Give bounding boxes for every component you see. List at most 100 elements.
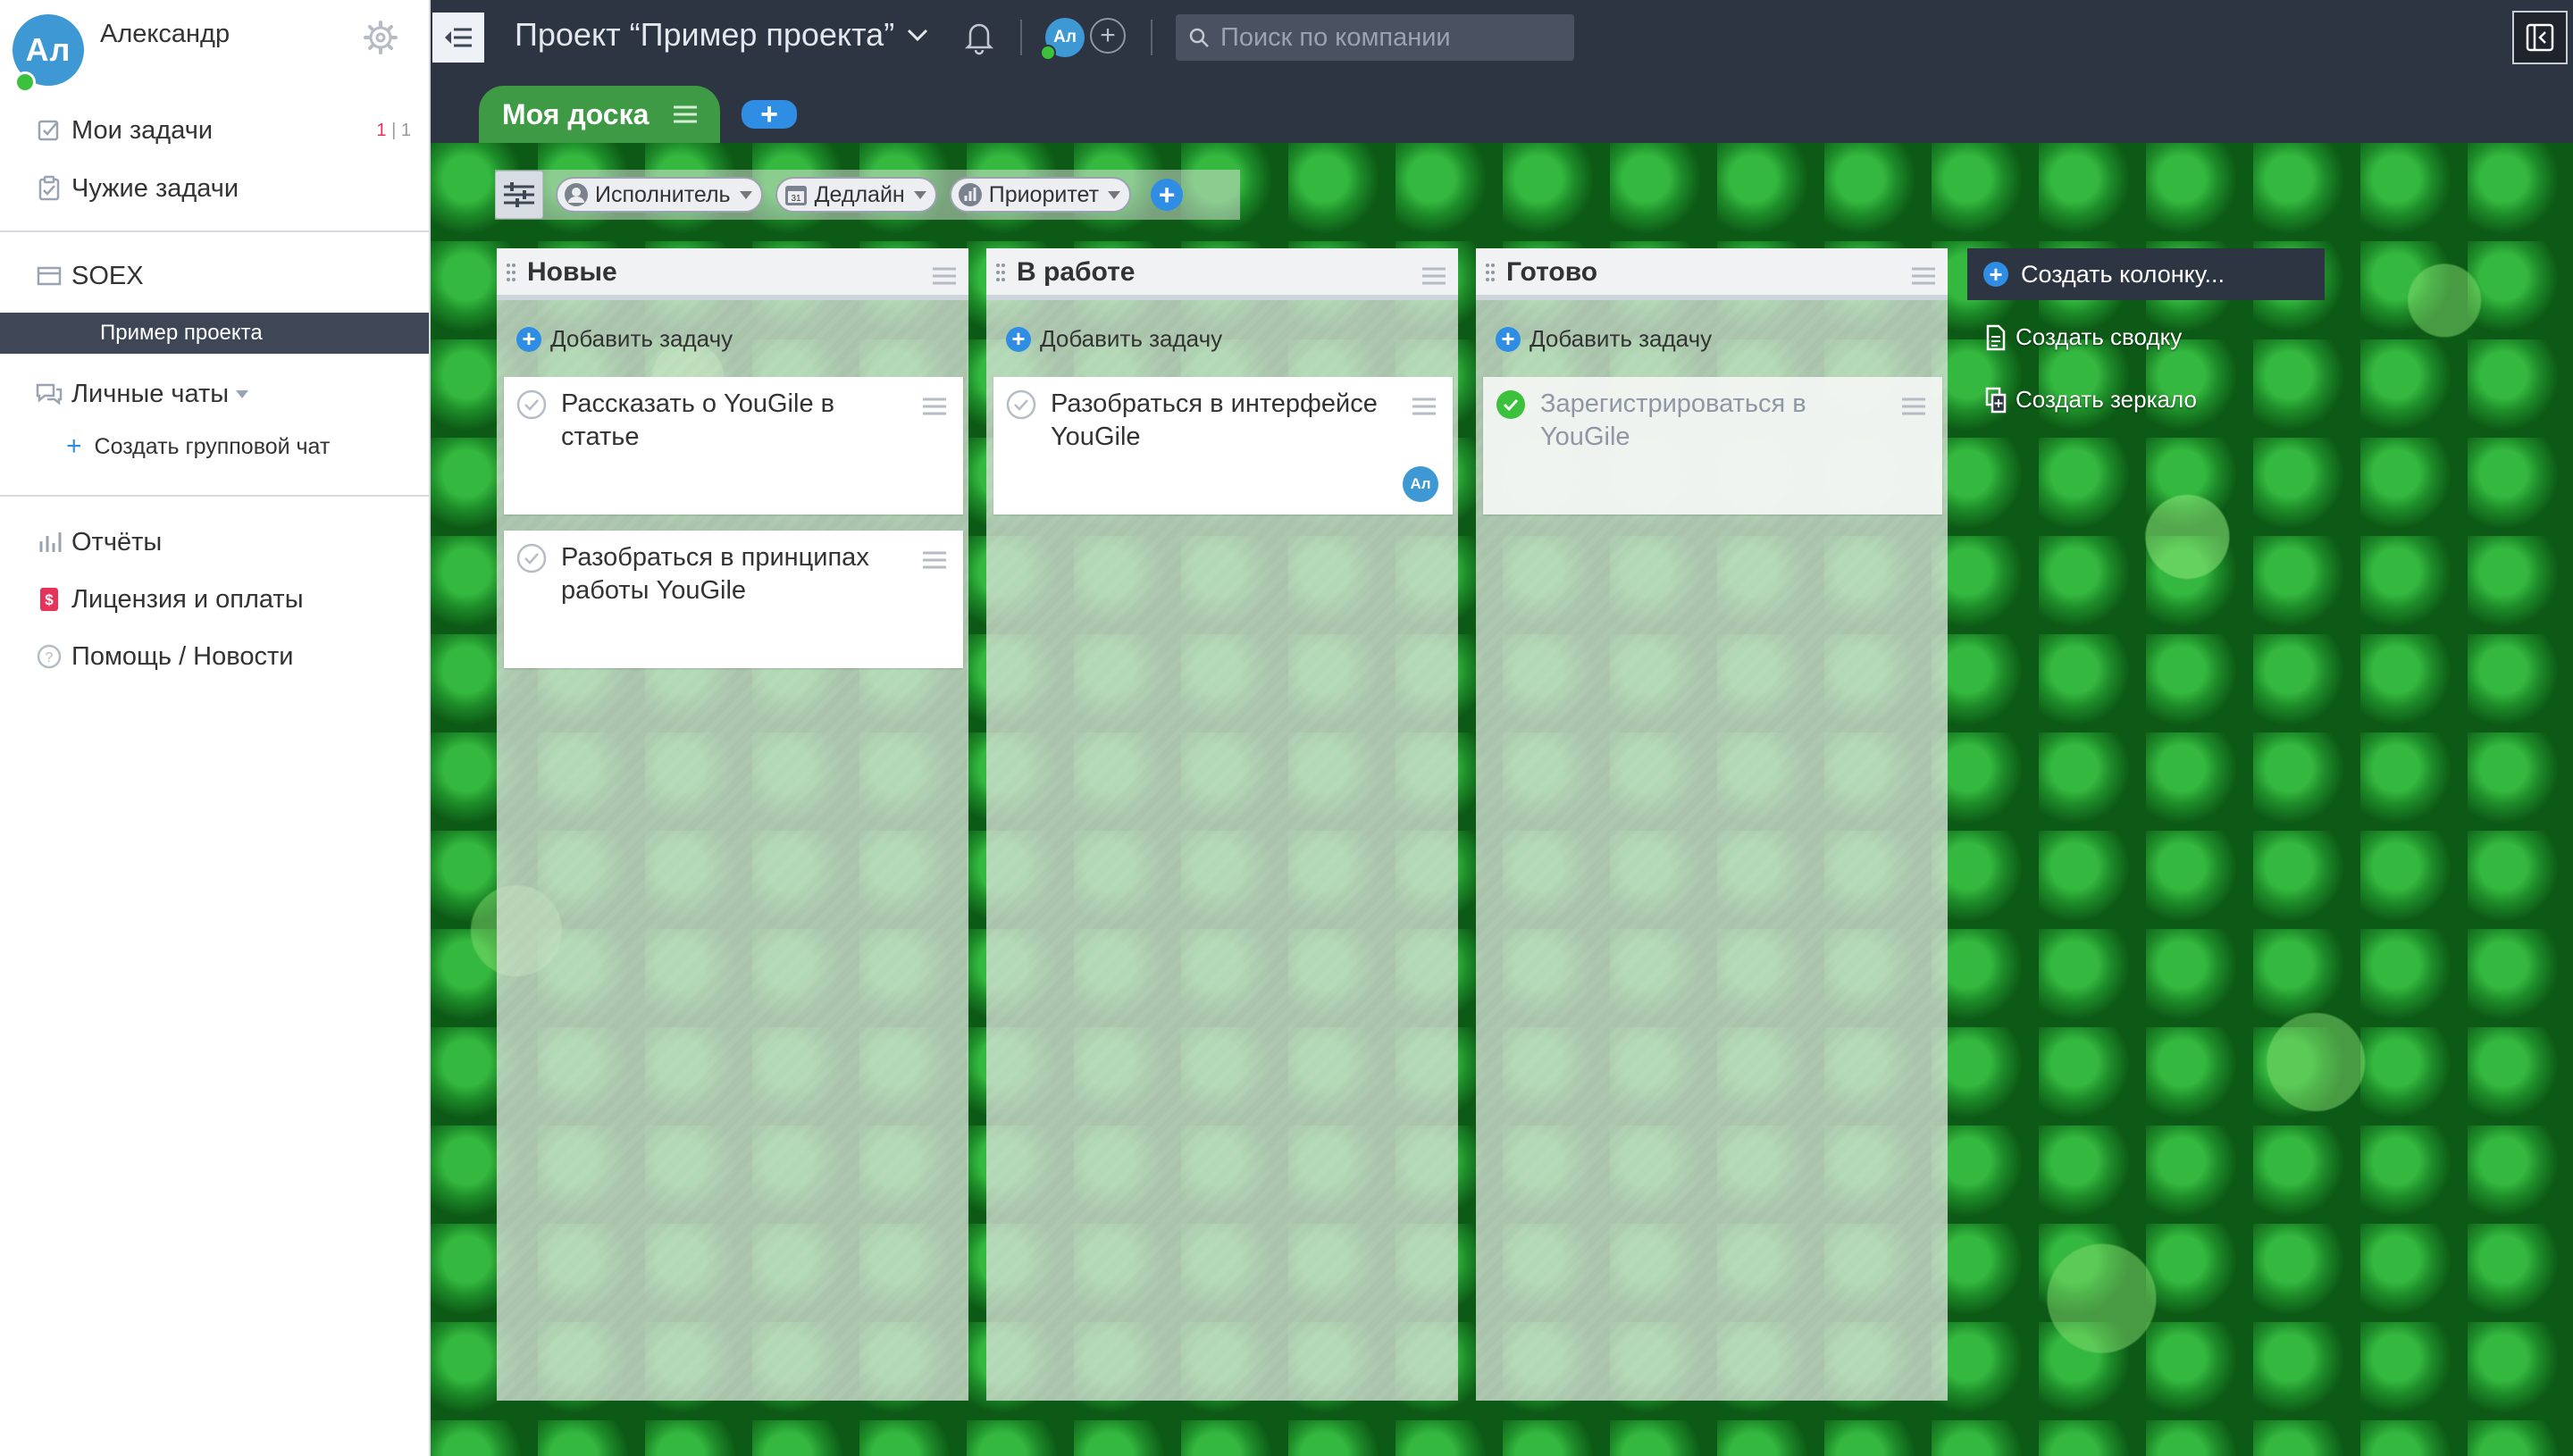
tasks-icon [34, 115, 64, 146]
task-title: Разобраться в интерфейсе YouGile [1051, 389, 1378, 451]
column-header[interactable]: Новые [497, 248, 968, 300]
column-header[interactable]: Готово [1476, 248, 1948, 300]
dollar-icon: $ [34, 584, 64, 615]
company-icon [34, 261, 64, 291]
filter-priority[interactable]: Приоритет [949, 177, 1132, 213]
hamburger-icon[interactable] [922, 397, 947, 416]
gear-icon[interactable] [363, 20, 398, 55]
column-title: Новые [527, 257, 617, 287]
nav-reports[interactable]: Отчёты [0, 518, 429, 566]
nav-reports-label: Отчёты [71, 527, 163, 556]
panel-collapse-icon [2526, 23, 2554, 52]
create-group-chat-button[interactable]: + Создать групповой чат [66, 431, 330, 462]
task-card[interactable]: Рассказать о YouGile в статье [504, 377, 963, 515]
hamburger-icon[interactable] [1910, 266, 1937, 286]
add-task-button[interactable]: + Добавить задачу [1006, 325, 1222, 353]
task-title: Разобраться в принципах работы YouGile [561, 543, 869, 605]
plus-icon: + [66, 431, 82, 461]
nav-my-tasks[interactable]: Мои задачи 1 | 1 [0, 106, 429, 155]
mirror-icon [1985, 387, 2007, 413]
task-card[interactable]: Разобраться в принципах работы YouGile [504, 531, 963, 668]
search-box[interactable] [1176, 14, 1574, 61]
column-title: Готово [1506, 257, 1598, 287]
add-board-button[interactable]: + [742, 97, 797, 131]
user-icon [563, 181, 590, 208]
chevron-down-icon [908, 29, 928, 42]
board-settings-button[interactable] [495, 171, 543, 219]
drag-handle-icon[interactable] [1485, 263, 1496, 282]
nav-license[interactable]: $ Лицензия и оплаты [0, 575, 429, 623]
plus-icon: + [516, 325, 541, 352]
top-bar: Проект “Пример проекта” Ал + [431, 0, 2573, 79]
my-tasks-counter: 1 | 1 [376, 120, 411, 140]
task-card-done[interactable]: Зарегистрироваться в YouGile [1483, 377, 1942, 515]
nav-personal-chats-label: Личные чаты [71, 379, 230, 408]
filter-assignee[interactable]: Исполнитель [556, 177, 763, 213]
create-column-button[interactable]: + Создать колонку... [1967, 248, 2325, 300]
task-title: Рассказать о YouGile в статье [561, 389, 835, 451]
board-tabs-bar: Моя доска + [431, 79, 2573, 143]
clipboard-icon [34, 173, 64, 204]
online-status-dot [1040, 45, 1056, 61]
task-card[interactable]: Разобраться в интерфейсе YouGile Ал [993, 377, 1453, 515]
column-title: В работе [1017, 257, 1136, 287]
user-block[interactable]: Ал Александр [13, 14, 423, 95]
toggle-right-panel-button[interactable] [2512, 11, 2568, 64]
column-header[interactable]: В работе [986, 248, 1458, 300]
calendar-icon: 31 [783, 181, 809, 208]
svg-text:?: ? [46, 650, 54, 665]
filter-deadline[interactable]: 31 Дедлайн [775, 177, 937, 213]
add-filter-button[interactable]: + [1151, 179, 1184, 211]
plus-icon: + [1006, 325, 1031, 352]
nav-company[interactable]: SOEX [0, 252, 429, 300]
company-name: SOEX [71, 261, 144, 290]
chat-icon [34, 379, 64, 409]
create-mirror-button[interactable]: Создать зеркало [1985, 386, 2197, 414]
divider [1020, 20, 1022, 55]
chevron-down-icon [913, 190, 926, 199]
bell-icon[interactable] [963, 20, 995, 60]
nav-others-tasks[interactable]: Чужие задачи [0, 164, 429, 213]
drag-handle-icon[interactable] [506, 263, 516, 282]
hamburger-icon[interactable] [922, 550, 947, 570]
hamburger-icon[interactable] [672, 104, 699, 125]
task-title: Зарегистрироваться в YouGile [1540, 389, 1806, 451]
create-summary-button[interactable]: Создать сводку [1985, 323, 2182, 351]
board-area: Исполнитель 31 Дедлайн Приоритет + Новые… [431, 143, 2573, 1456]
add-member-button[interactable]: + [1090, 18, 1126, 54]
add-task-button[interactable]: + Добавить задачу [1496, 325, 1712, 353]
hamburger-icon[interactable] [931, 266, 958, 286]
search-input[interactable] [1219, 21, 1562, 54]
summary-icon [1986, 324, 2006, 350]
tab-my-board[interactable]: Моя доска [479, 86, 720, 143]
hamburger-icon[interactable] [1412, 397, 1437, 416]
checkbox-icon[interactable] [516, 389, 547, 420]
checkbox-icon[interactable] [1006, 389, 1036, 420]
chevron-down-icon[interactable] [236, 389, 249, 398]
nav-personal-chats[interactable]: Личные чаты [0, 370, 429, 418]
drag-handle-icon[interactable] [995, 263, 1006, 282]
help-icon: ? [34, 641, 64, 672]
user-name[interactable]: Александр [100, 20, 230, 49]
online-status-dot [14, 71, 36, 93]
divider [1151, 20, 1152, 55]
collapse-sidebar-button[interactable] [432, 13, 484, 63]
check-done-icon[interactable] [1496, 389, 1526, 420]
add-task-button[interactable]: + Добавить задачу [516, 325, 733, 353]
column-in-progress: В работе + Добавить задачу Разобраться в … [986, 248, 1458, 1401]
hamburger-icon[interactable] [1421, 266, 1447, 286]
column-new: Новые + Добавить задачу Рассказать о YouG… [497, 248, 968, 1401]
sidebar: Ал Александр Мои задачи 1 | 1 Чужие зада… [0, 0, 431, 1456]
nav-others-tasks-label: Чужие задачи [71, 173, 239, 203]
sidebar-item-project[interactable]: Пример проекта [0, 313, 429, 354]
project-title[interactable]: Проект “Пример проекта” [515, 16, 928, 54]
hamburger-icon[interactable] [1901, 397, 1926, 416]
plus-icon: + [1496, 325, 1521, 352]
nav-help[interactable]: ? Помощь / Новости [0, 632, 429, 681]
checkbox-icon[interactable] [516, 543, 547, 573]
bar-chart-icon [34, 527, 64, 557]
assignee-avatar[interactable]: Ал [1403, 466, 1438, 502]
column-done: Готово + Добавить задачу Зарегистрировать… [1476, 248, 1948, 1401]
collapse-icon [445, 28, 472, 47]
divider [0, 495, 429, 497]
